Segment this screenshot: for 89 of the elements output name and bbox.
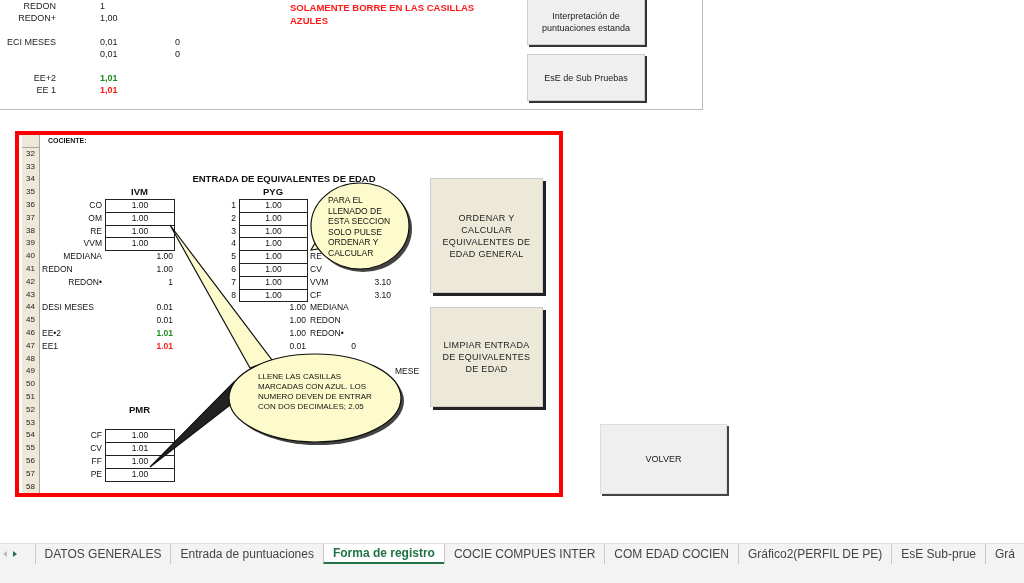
value-cell-text: 0,01 (99, 37, 119, 49)
sheet-cell-text: CV (309, 262, 323, 276)
row-header: 40 (22, 250, 40, 264)
sheet-cell-text: 0 (350, 339, 357, 353)
sheet-cell-text: REDON• (67, 275, 103, 289)
sheet-cell-text: 3.10 (373, 275, 392, 289)
sheet-cell-text: REDON (309, 314, 342, 328)
scroll-right-icon[interactable] (13, 551, 18, 557)
sheet-cell-text: 3.10 (373, 288, 392, 302)
sheet-cell-text: 1.00 (288, 301, 307, 315)
row-header: 39 (22, 237, 40, 252)
value-cell-text: 1,01 (99, 85, 119, 97)
sheet-cell-text: EE•2 (41, 326, 63, 340)
sheet-cell-text: MEDIANA (309, 301, 350, 315)
macro-button[interactable]: LIMPIAR ENTRADA DE EQUIVALENTES DE EDAD (430, 307, 543, 407)
sheet-cell-text: RE (89, 224, 103, 238)
row-header: 35 (22, 186, 40, 200)
sheet-cell-text: CF (309, 288, 323, 302)
section-title: ENTRADA DE EQUIVALENTES DE EDAD (191, 173, 377, 187)
sheet-cell-text: EE1 (41, 339, 60, 353)
row-header: 55 (22, 442, 40, 456)
input-cell[interactable]: 1.00 (105, 199, 175, 213)
sheet-cell-text: OM (87, 211, 103, 225)
back-button[interactable]: VOLVER (600, 424, 727, 494)
sheet-cell-text: 0.01 (288, 339, 307, 353)
value-cell-text: 0 (174, 37, 180, 49)
sheet-cell-text: RE (309, 250, 323, 264)
sheet-cell-text: 1.00 (155, 250, 174, 264)
sheet-cell-text: MESE (394, 365, 421, 379)
row-header: 34 (22, 173, 40, 188)
macro-button[interactable]: ORDENAR Y CALCULAR EQUIVALENTES DE EDAD GENERAL (430, 178, 543, 293)
input-cell[interactable]: 1.00 (239, 237, 308, 252)
sheet-cell-text: FF (90, 454, 103, 468)
input-cell[interactable]: 1.00 (105, 429, 175, 444)
row-header (22, 135, 40, 148)
macro-button[interactable]: EsE de Sub Pruebas (527, 54, 645, 101)
sheet-cell-text: 1.01 (155, 326, 174, 340)
column-heading: PMR (127, 403, 152, 417)
row-label: EE+2 (32, 73, 56, 85)
sheet-cell-text: 1.00 (288, 314, 307, 328)
row-header: 50 (22, 378, 40, 392)
sheet-tab[interactable]: Forma de registro (322, 544, 444, 564)
warning-text: SOLAMENTE BORRE EN LAS CASILLAS AZULES (290, 1, 476, 27)
value-cell-text: 0 (174, 49, 180, 61)
row-header: 54 (22, 429, 40, 444)
row-header: 44 (22, 301, 40, 316)
input-cell[interactable]: 1.00 (105, 237, 175, 252)
input-cell[interactable]: 1.00 (239, 250, 308, 264)
sheet-cell-text: 0.01 (155, 301, 174, 315)
value-cell-text: 1,01 (99, 73, 119, 85)
sheet-cell-text: 1 (167, 275, 174, 289)
callout-text: LLENE LAS CASILLAS MARCADAS CON AZUL. LOS NUMERO DEVEN DE ENTRAR CON DOS DECIMALES; 2.05 (258, 372, 373, 412)
sheet-cell-text: REDON• (309, 326, 345, 340)
sheet-cell-text: 5 (230, 250, 237, 264)
row-label: ECI MESES (6, 37, 56, 49)
sheet-cell-text: 4 (230, 237, 237, 251)
sheet-cell-text: 2 (230, 211, 237, 225)
row-header: 49 (22, 365, 40, 380)
sheet-cell-text: DESI MESES (41, 301, 95, 315)
sheet-cell-text: 1.01 (155, 339, 174, 353)
row-label: REDON (22, 1, 56, 13)
sheet-cell-text: 1 (230, 199, 237, 212)
macro-button[interactable]: Interpretación de puntuaciones estanda (527, 0, 645, 45)
column-heading: PYG (261, 186, 285, 200)
sheet-cell-text: CO (88, 199, 103, 212)
row-label: EE 1 (35, 85, 56, 97)
sheet-cell-text: PE (89, 467, 103, 481)
sheet-cell-text: VVM (82, 237, 103, 251)
value-cell-text: 1,00 (99, 13, 119, 25)
sheet-cell-text: VVM (309, 275, 330, 289)
row-header: 45 (22, 314, 40, 328)
sheet-cell-text: REDON (41, 262, 74, 276)
sheet-cell-text: CV (89, 442, 103, 456)
sheet-cell-text: MEDIANA (62, 250, 103, 264)
value-cell-text: 0,01 (99, 49, 119, 61)
sheet-cell-text: CF (89, 429, 103, 443)
input-cell[interactable]: 1.01 (105, 442, 175, 456)
sheet-cell-text: 1.00 (288, 326, 307, 340)
sheet-cell-text: 1.00 (155, 262, 174, 276)
sheet-cell-text: 6 (230, 262, 237, 276)
sheet-cell-text: 7 (230, 275, 237, 289)
row-label: REDON+ (17, 13, 56, 25)
column-heading: IVM (130, 186, 149, 200)
input-cell[interactable]: 1.00 (239, 199, 308, 213)
value-cell-text: 1 (99, 1, 106, 13)
sheet-cell-text: 3 (230, 224, 237, 238)
callout-text: PARA EL LLENADO DE ESTA SECCION SOLO PULSE ORDENAR Y CALCULAR (328, 195, 392, 258)
sheet-cell-text: 0.01 (155, 314, 174, 328)
sheet-cell-text: 8 (230, 288, 237, 302)
